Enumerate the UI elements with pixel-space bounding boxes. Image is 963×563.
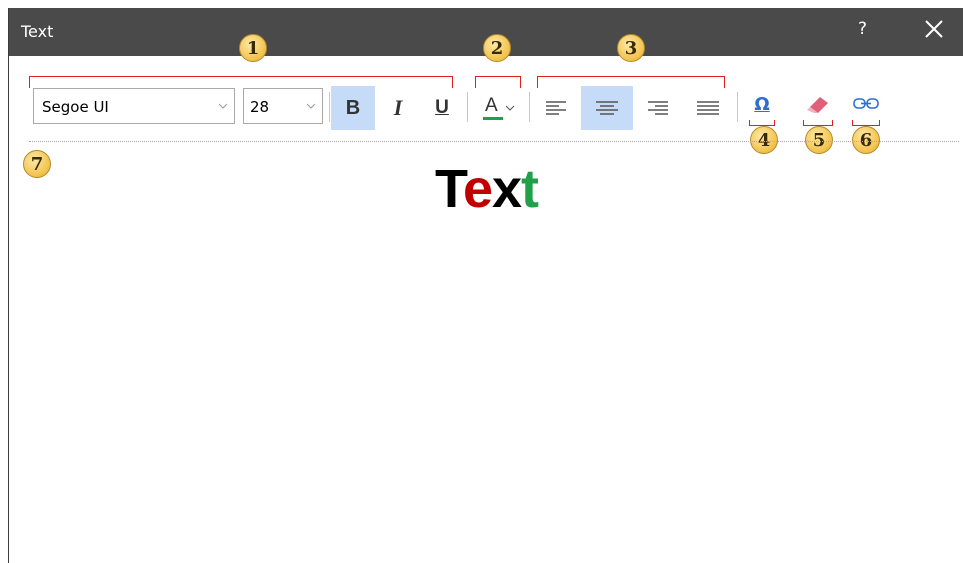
separator bbox=[467, 92, 468, 122]
callout-5: 5 bbox=[805, 126, 833, 154]
font-family-select[interactable]: Segoe UI bbox=[33, 88, 235, 124]
separator bbox=[329, 92, 330, 122]
align-center-button[interactable] bbox=[581, 86, 633, 130]
separator bbox=[737, 92, 738, 122]
omega-icon: Ω bbox=[754, 93, 770, 115]
text-dialog: Text ? 1 2 3 Segoe UI 28 B I U A Ω 4 5 6… bbox=[8, 8, 963, 563]
align-right-icon bbox=[648, 101, 668, 115]
text-editor-area[interactable]: Text bbox=[9, 158, 963, 220]
font-color-icon: A bbox=[483, 95, 505, 121]
insert-link-button[interactable] bbox=[849, 86, 883, 122]
bold-icon: B bbox=[345, 96, 361, 119]
chevron-down-icon bbox=[218, 103, 228, 109]
clear-format-button[interactable] bbox=[799, 86, 835, 122]
text-segment: x bbox=[492, 159, 522, 219]
close-button[interactable] bbox=[922, 17, 946, 41]
underline-button[interactable]: U bbox=[423, 86, 461, 130]
text-segment: e bbox=[462, 159, 493, 219]
dialog-title: Text bbox=[21, 22, 54, 41]
link-icon bbox=[853, 98, 879, 109]
callout-3: 3 bbox=[617, 34, 645, 62]
justify-icon bbox=[697, 101, 719, 115]
font-color-button[interactable]: A bbox=[475, 86, 523, 130]
align-right-button[interactable] bbox=[639, 86, 677, 130]
font-size-value: 28 bbox=[250, 98, 270, 116]
italic-button[interactable]: I bbox=[379, 86, 417, 130]
callout-2: 2 bbox=[483, 34, 511, 62]
editor-text: Text bbox=[434, 159, 539, 219]
callout-4: 4 bbox=[750, 126, 778, 154]
underline-icon: U bbox=[435, 97, 449, 118]
special-character-button[interactable]: Ω bbox=[745, 86, 779, 122]
callout-6: 6 bbox=[852, 126, 880, 154]
font-size-select[interactable]: 28 bbox=[243, 88, 323, 124]
justify-button[interactable] bbox=[687, 86, 729, 130]
italic-icon: I bbox=[393, 95, 403, 120]
font-family-value: Segoe UI bbox=[42, 98, 109, 116]
chevron-down-icon bbox=[505, 105, 515, 111]
callout-1: 1 bbox=[239, 34, 267, 62]
align-left-button[interactable] bbox=[537, 86, 575, 130]
toolbar-divider bbox=[29, 141, 959, 142]
eraser-icon bbox=[807, 97, 828, 113]
align-center-icon bbox=[596, 101, 618, 115]
bold-button[interactable]: B bbox=[331, 86, 375, 130]
text-segment: T bbox=[434, 159, 464, 219]
text-segment: t bbox=[521, 159, 539, 219]
chevron-down-icon bbox=[306, 103, 316, 109]
help-button[interactable]: ? bbox=[858, 19, 867, 39]
separator bbox=[529, 92, 530, 122]
close-icon bbox=[925, 20, 943, 38]
align-left-icon bbox=[546, 101, 566, 115]
